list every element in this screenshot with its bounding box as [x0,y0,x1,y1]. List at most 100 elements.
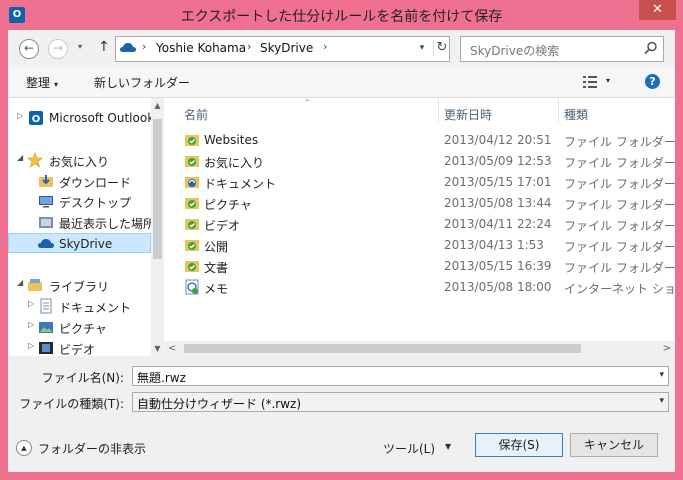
file-date: 2013/05/08 13:44 [444,196,552,210]
refresh-icon[interactable]: ↻ [433,40,450,56]
filename-label: ファイル名(N): [41,371,124,385]
file-row[interactable]: ビデオ 2013/04/11 22:24 ファイル フォルダー [164,214,675,234]
column-header-name[interactable]: 名前 [184,106,208,123]
library-icon [28,279,42,291]
sidebar-item-downloads[interactable]: ダウンロード [8,171,151,191]
breadcrumb-user[interactable]: Yoshie Kohama [156,41,246,55]
navigation-pane: ▷ O Microsoft Outlook ◢ お気に入り ダウンロード デスク… [8,98,151,356]
column-header-date[interactable]: 更新日時 [444,106,492,123]
file-name: ドキュメント [204,177,277,191]
file-type: インターネット ショー... [564,282,675,296]
save-dialog: O エクスポートした仕分けルールを名前を付けて保存 ✕ ← → ▾ ↑ › Yo… [0,0,683,480]
breadcrumb-separator: › [142,40,147,53]
file-name: Websites [204,133,259,147]
file-row[interactable]: ピクチャ 2013/05/08 13:44 ファイル フォルダー [164,193,675,213]
navigation-scrollbar[interactable]: ▲ ▼ [151,98,164,356]
column-divider[interactable] [438,98,439,122]
sidebar-item-label: ドキュメント [59,301,132,315]
close-button[interactable]: ✕ [639,0,676,20]
desktop-icon [39,196,53,208]
help-icon[interactable]: ? [645,74,660,89]
sidebar-item-label: Microsoft Outlook [49,111,151,125]
file-type: ファイル フォルダー [564,240,675,254]
search-box[interactable]: SkyDriveの検索 [460,36,664,62]
expand-arrow-icon[interactable]: ▷ [17,111,23,120]
scroll-up-icon[interactable]: ▲ [151,101,164,110]
file-row[interactable]: Websites 2013/04/12 20:51 ファイル フォルダー [164,130,675,150]
sidebar-item-outlook[interactable]: ▷ O Microsoft Outlook [8,108,151,128]
organize-button[interactable]: 整理 ▾ [26,74,58,91]
skydrive-icon [38,239,54,248]
sidebar-item-label: デスクトップ [59,196,132,210]
search-icon[interactable] [644,41,658,55]
chevron-down-icon[interactable]: ▾ [659,370,664,380]
file-date: 2013/04/11 22:24 [444,217,552,231]
file-type: ファイル フォルダー [564,135,675,149]
collapse-arrow-icon[interactable]: ◢ [17,153,23,162]
scroll-thumb[interactable] [184,344,581,353]
file-date: 2013/04/13 1:53 [444,238,544,252]
file-name: お気に入り [204,156,265,170]
address-dropdown-icon[interactable]: ▾ [414,43,430,57]
view-dropdown-icon[interactable]: ▾ [606,76,610,85]
sidebar-item-skydrive[interactable]: SkyDrive [8,233,151,253]
chevron-down-icon[interactable]: ▾ [659,396,664,406]
sidebar-item-desktop[interactable]: デスクトップ [8,191,151,211]
file-row[interactable]: 文書 2013/05/15 16:39 ファイル フォルダー [164,256,675,276]
sidebar-item-videos[interactable]: ▷ ビデオ [8,338,151,356]
expand-arrow-icon[interactable]: ▷ [28,320,34,329]
file-row[interactable]: メモ 2013/05/08 18:00 インターネット ショー... [164,277,675,297]
sidebar-item-favorites[interactable]: ◢ お気に入り [8,150,151,170]
filename-field[interactable]: 無題.rwz ▾ [132,366,669,386]
file-row[interactable]: お気に入り 2013/05/09 12:53 ファイル フォルダー [164,151,675,171]
scroll-left-icon[interactable]: < [168,343,176,354]
tools-button[interactable]: ツール(L) [383,440,435,457]
sidebar-item-libraries[interactable]: ◢ ライブラリ [8,275,151,295]
column-header-type[interactable]: 種類 [564,106,588,123]
file-type: ファイル フォルダー [564,198,675,212]
filename-input[interactable]: 無題.rwz [137,369,186,386]
sidebar-item-label: ビデオ [59,343,96,356]
recent-locations-caret[interactable]: ▾ [78,42,82,51]
forward-button[interactable]: → [48,39,68,59]
cancel-button[interactable]: キャンセル [570,433,658,457]
dialog-footer: ▲ フォルダーの非表示 ツール(L) ▼ 保存(S) キャンセル [8,424,675,472]
expand-arrow-icon[interactable]: ▷ [28,341,34,350]
sidebar-item-recent-places[interactable]: 最近表示した場所 [8,212,151,232]
scroll-thumb[interactable] [153,119,162,259]
file-date: 2013/05/09 12:53 [444,154,552,168]
file-list: ^ 名前 更新日時 種類 Websites 2013/04/12 20:51 フ… [164,98,675,356]
synced-folder-icon [185,261,199,272]
view-options-icon[interactable] [583,76,597,88]
new-folder-button[interactable]: 新しいフォルダー [94,74,190,91]
file-row[interactable]: 公開 2013/04/13 1:53 ファイル フォルダー [164,235,675,255]
filetype-value: 自動仕分けウィザード (*.rwz) [137,397,302,411]
search-input[interactable]: SkyDriveの検索 [470,42,559,59]
pictures-icon [39,322,53,333]
scroll-right-icon[interactable]: > [663,343,671,354]
file-row[interactable]: ドキュメント 2013/05/15 17:01 ファイル フォルダー [164,172,675,192]
tools-dropdown-icon[interactable]: ▼ [445,442,451,451]
download-folder-icon [39,175,53,187]
sidebar-item-label: ライブラリ [49,280,110,294]
sidebar-item-label: 最近表示した場所 [59,217,151,231]
file-type: ファイル フォルダー [564,219,675,233]
file-name: ピクチャ [204,198,252,212]
up-button[interactable]: ↑ [98,39,110,55]
file-date: 2013/04/12 20:51 [444,133,552,147]
back-button[interactable]: ← [19,39,39,59]
skydrive-cloud-icon [120,43,136,52]
horizontal-scrollbar[interactable]: < > [164,341,675,356]
sidebar-item-pictures[interactable]: ▷ ピクチャ [8,317,151,337]
save-button[interactable]: 保存(S) [475,433,563,457]
address-bar[interactable]: › Yoshie Kohama › SkyDrive › ▾ ↻ [115,36,450,62]
column-divider[interactable] [558,98,559,122]
collapse-arrow-icon[interactable]: ◢ [17,278,23,287]
synced-folder-icon [185,240,199,251]
filetype-select[interactable]: 自動仕分けウィザード (*.rwz) ▾ [132,392,669,412]
breadcrumb-skydrive[interactable]: SkyDrive [260,41,313,55]
expand-arrow-icon[interactable]: ▷ [28,299,34,308]
sidebar-item-documents[interactable]: ▷ ドキュメント [8,296,151,316]
scroll-down-icon[interactable]: ▼ [151,344,164,353]
svg-text:O: O [32,114,41,125]
